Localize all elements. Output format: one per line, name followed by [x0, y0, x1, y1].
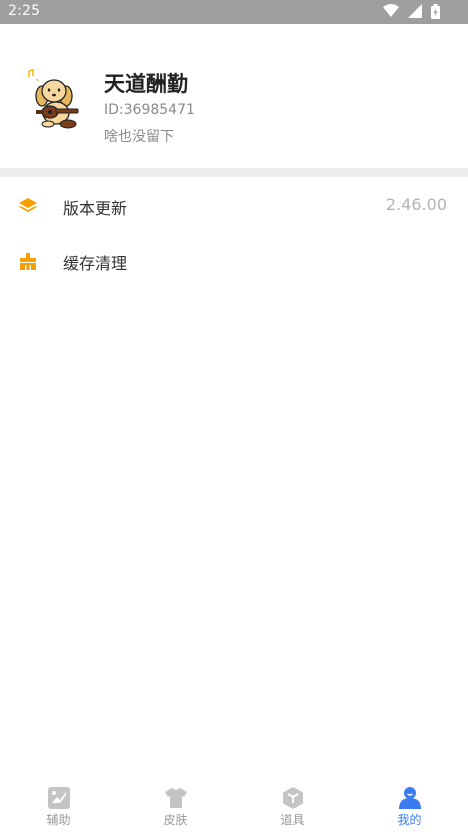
layers-icon — [19, 198, 37, 212]
nav-tab-props[interactable]: 道具 — [234, 778, 351, 832]
menu-label: 版本更新 — [63, 199, 128, 218]
nav-tab-mine[interactable]: 我的 — [351, 778, 468, 832]
nav-tab-skin[interactable]: 皮肤 — [117, 778, 234, 832]
status-bar: 2:25 — [0, 0, 468, 24]
profile-signature: 啥也没留下 — [104, 129, 174, 145]
menu-item-version-update[interactable]: 版本更新 2.46.00 — [0, 178, 468, 233]
person-icon — [399, 787, 421, 809]
box-icon — [283, 787, 303, 809]
nav-label: 辅助 — [46, 813, 71, 827]
nav-tab-assist[interactable]: 辅助 — [0, 778, 117, 832]
nav-label: 皮肤 — [163, 813, 188, 827]
nav-label: 我的 — [397, 813, 422, 827]
status-icons — [379, 4, 440, 20]
profile-name: 天道酬勤 — [104, 72, 188, 96]
menu-item-clear-cache[interactable]: 缓存清理 — [0, 233, 468, 288]
status-time: 2:25 — [8, 3, 41, 19]
bottom-nav: 辅助 皮肤 道具 我的 — [0, 778, 468, 832]
shirt-icon — [165, 788, 187, 808]
avatar[interactable] — [24, 66, 84, 132]
battery-icon — [431, 4, 440, 19]
nav-label: 道具 — [280, 813, 305, 827]
section-divider — [0, 168, 468, 177]
wifi-icon — [382, 4, 399, 17]
profile-id: ID:36985471 — [104, 102, 195, 118]
menu-label: 缓存清理 — [63, 254, 128, 273]
broom-icon — [20, 253, 36, 270]
profile-header[interactable]: 天道酬勤 ID:36985471 啥也没留下 — [0, 24, 468, 168]
image-icon — [48, 787, 70, 809]
version-value: 2.46.00 — [385, 195, 447, 214]
signal-icon — [407, 4, 422, 18]
